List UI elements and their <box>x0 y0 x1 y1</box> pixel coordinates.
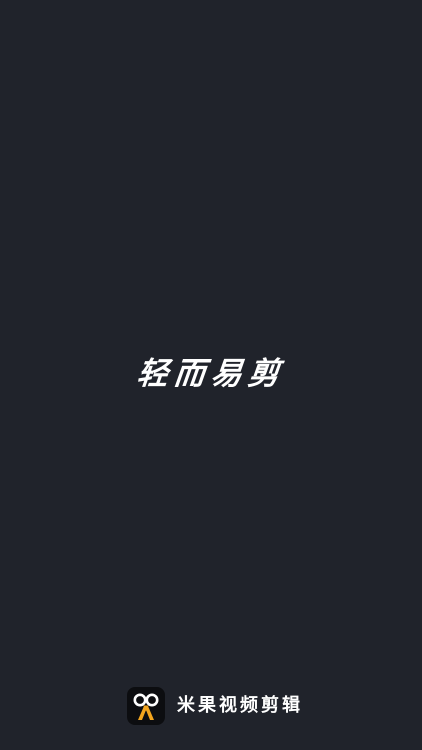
slogan-text: 轻而易剪 <box>135 356 287 392</box>
app-name: 米果视频剪辑 <box>177 695 303 716</box>
brand-footer: 米果视频剪辑 <box>127 687 303 725</box>
splash-screen: 轻而易剪 米果视频剪辑 <box>0 0 422 750</box>
scissors-face-logo-icon <box>127 687 165 725</box>
